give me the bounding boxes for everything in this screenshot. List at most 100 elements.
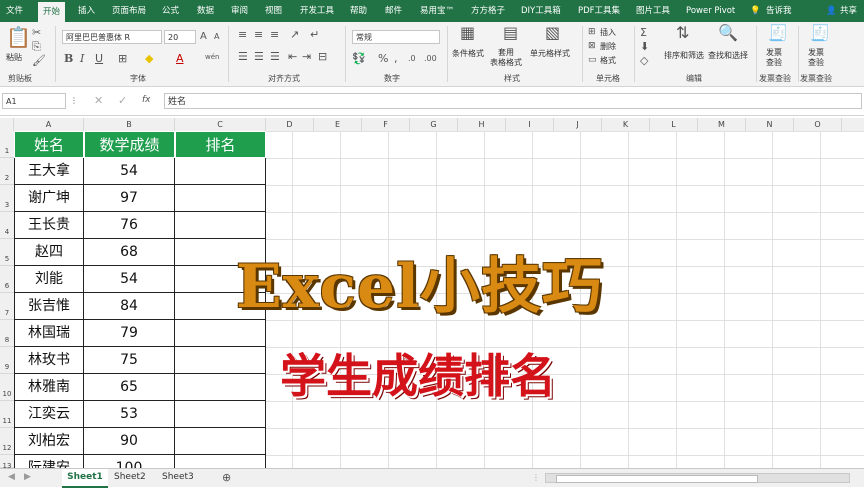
column-header[interactable]: M bbox=[698, 118, 746, 131]
column-header[interactable]: A bbox=[14, 118, 84, 131]
find-select-button[interactable]: 查找和选择 bbox=[708, 50, 748, 61]
number-format-select[interactable]: 常规 bbox=[352, 30, 440, 44]
paste-button[interactable]: 粘贴 bbox=[6, 52, 22, 63]
invoice-check-icon[interactable]: 🧾 bbox=[768, 25, 788, 41]
table-cell-rank[interactable] bbox=[175, 428, 266, 455]
name-box[interactable]: A1 bbox=[2, 93, 66, 109]
wrap-text-icon[interactable]: ↵ bbox=[310, 28, 319, 41]
table-cell-rank[interactable] bbox=[175, 455, 266, 468]
share-button[interactable]: 共享 bbox=[840, 0, 857, 22]
table-cell-score[interactable]: 53 bbox=[84, 401, 175, 428]
table-cell-name[interactable]: 江奕云 bbox=[14, 401, 84, 428]
sheet-tab-3[interactable]: Sheet3 bbox=[162, 469, 194, 486]
conditional-format-button[interactable]: 条件格式 bbox=[452, 48, 484, 59]
tab-insert[interactable]: 插入 bbox=[78, 0, 95, 22]
currency-icon[interactable]: 💱 bbox=[352, 52, 366, 65]
header-cell-score[interactable]: 数学成绩 bbox=[84, 131, 175, 158]
underline-button[interactable]: U bbox=[95, 52, 103, 65]
table-cell-name[interactable]: 王长贵 bbox=[14, 212, 84, 239]
column-header[interactable]: D bbox=[266, 118, 314, 131]
fill-icon[interactable]: ⬇ bbox=[640, 40, 649, 53]
formula-input[interactable]: 姓名 bbox=[164, 93, 862, 109]
sheet-tab-1[interactable]: Sheet1 bbox=[62, 469, 108, 488]
conditional-format-icon[interactable]: ▦ bbox=[460, 25, 475, 41]
table-cell-score[interactable]: 90 bbox=[84, 428, 175, 455]
cell-styles-icon[interactable]: ▧ bbox=[545, 25, 560, 41]
tab-pdf[interactable]: PDF工具集 bbox=[578, 0, 620, 22]
row-header[interactable]: 11 bbox=[0, 401, 14, 428]
table-cell-name[interactable]: 谢广坤 bbox=[14, 185, 84, 212]
table-cell-score[interactable]: 75 bbox=[84, 347, 175, 374]
cell-styles-button[interactable]: 单元格样式 bbox=[530, 48, 570, 59]
table-cell-score[interactable]: 76 bbox=[84, 212, 175, 239]
row-header[interactable]: 5 bbox=[0, 239, 14, 266]
column-header[interactable]: J bbox=[554, 118, 602, 131]
fill-color-icon[interactable]: ◆ bbox=[145, 52, 153, 65]
phonetic-button[interactable]: wén bbox=[205, 51, 219, 64]
tab-page-layout[interactable]: 页面布局 bbox=[112, 0, 146, 22]
tab-view[interactable]: 视图 bbox=[265, 0, 282, 22]
align-middle-icon[interactable]: ≡ bbox=[254, 28, 263, 41]
tab-help[interactable]: 帮助 bbox=[350, 0, 367, 22]
percent-button[interactable]: % bbox=[378, 52, 388, 65]
insert-icon[interactable]: ⊞ bbox=[588, 26, 596, 39]
header-cell-rank[interactable]: 排名 bbox=[175, 131, 266, 158]
increase-decimal-icon[interactable]: .0 bbox=[408, 52, 416, 65]
table-cell-rank[interactable] bbox=[175, 212, 266, 239]
table-cell-score[interactable]: 84 bbox=[84, 293, 175, 320]
table-cell-rank[interactable] bbox=[175, 347, 266, 374]
table-cell-name[interactable]: 刘能 bbox=[14, 266, 84, 293]
table-cell-score[interactable]: 54 bbox=[84, 266, 175, 293]
tab-developer[interactable]: 开发工具 bbox=[300, 0, 334, 22]
horizontal-scrollbar[interactable] bbox=[545, 473, 850, 483]
table-cell-rank[interactable] bbox=[175, 185, 266, 212]
sort-filter-button[interactable]: 排序和筛选 bbox=[664, 50, 704, 61]
align-center-icon[interactable]: ☰ bbox=[254, 50, 264, 63]
cancel-icon[interactable]: ✕ bbox=[94, 94, 103, 107]
grow-font-icon[interactable]: A bbox=[200, 30, 207, 43]
find-select-icon[interactable]: 🔍 bbox=[718, 25, 738, 41]
align-right-icon[interactable]: ☰ bbox=[270, 50, 280, 63]
row-header[interactable]: 9 bbox=[0, 347, 14, 374]
decrease-indent-icon[interactable]: ⇤ bbox=[288, 50, 297, 63]
table-cell-score[interactable]: 97 bbox=[84, 185, 175, 212]
sort-filter-icon[interactable]: ⇅ bbox=[676, 25, 689, 41]
column-header[interactable]: N bbox=[746, 118, 794, 131]
sheet-tab-2[interactable]: Sheet2 bbox=[114, 469, 146, 486]
clear-icon[interactable]: ◇ bbox=[640, 54, 648, 67]
merge-center-icon[interactable]: ⊟ bbox=[318, 50, 327, 63]
font-color-button[interactable]: A bbox=[176, 52, 184, 65]
invoice-check-button-2[interactable]: 发票 查验 bbox=[808, 48, 824, 68]
row-header[interactable]: 4 bbox=[0, 212, 14, 239]
shrink-font-icon[interactable]: A bbox=[214, 30, 219, 43]
table-cell-name[interactable]: 刘柏宏 bbox=[14, 428, 84, 455]
column-header[interactable]: K bbox=[602, 118, 650, 131]
bold-button[interactable]: B bbox=[64, 52, 73, 65]
insert-button[interactable]: 插入 bbox=[600, 27, 616, 38]
increase-indent-icon[interactable]: ⇥ bbox=[302, 50, 311, 63]
tab-yiyongbao[interactable]: 易用宝™ bbox=[420, 0, 454, 22]
comma-button[interactable]: , bbox=[394, 52, 398, 65]
row-header[interactable]: 7 bbox=[0, 293, 14, 320]
table-cell-rank[interactable] bbox=[175, 374, 266, 401]
insert-function-button[interactable]: fx bbox=[142, 94, 151, 107]
tab-formulas[interactable]: 公式 bbox=[162, 0, 179, 22]
scrollbar-thumb[interactable] bbox=[556, 475, 758, 483]
delete-button[interactable]: 删除 bbox=[600, 41, 616, 52]
tab-diy[interactable]: DIY工具箱 bbox=[521, 0, 561, 22]
column-header[interactable]: H bbox=[458, 118, 506, 131]
row-header[interactable]: 6 bbox=[0, 266, 14, 293]
tab-mailings[interactable]: 邮件 bbox=[385, 0, 402, 22]
tab-fangfang[interactable]: 方方格子 bbox=[471, 0, 505, 22]
column-header[interactable]: L bbox=[650, 118, 698, 131]
decrease-decimal-icon[interactable]: .00 bbox=[424, 52, 437, 65]
delete-icon[interactable]: ⊠ bbox=[588, 40, 596, 53]
table-cell-name[interactable]: 阮建安 bbox=[14, 455, 84, 468]
row-header[interactable]: 1 bbox=[0, 131, 14, 158]
italic-button[interactable]: I bbox=[80, 52, 84, 65]
row-header[interactable]: 12 bbox=[0, 428, 14, 455]
table-cell-score[interactable]: 65 bbox=[84, 374, 175, 401]
align-top-icon[interactable]: ≡ bbox=[238, 28, 247, 41]
column-header[interactable]: O bbox=[794, 118, 842, 131]
font-size-select[interactable]: 20 bbox=[164, 30, 196, 44]
